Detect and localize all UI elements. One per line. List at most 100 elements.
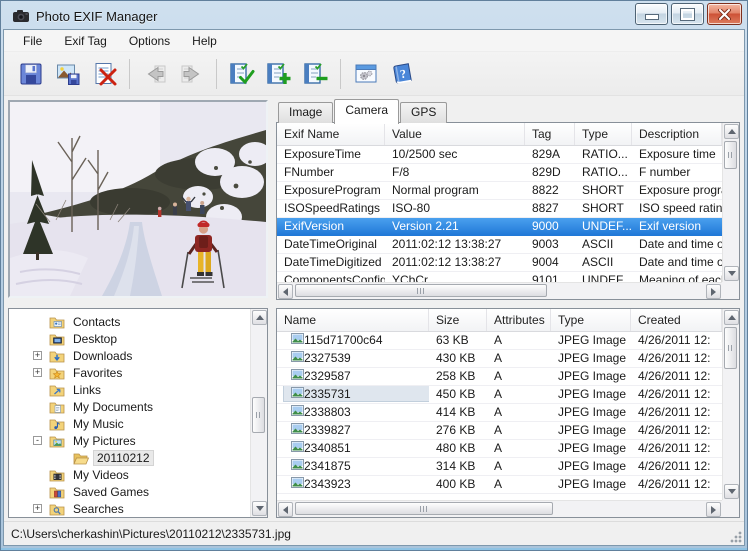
menu-file[interactable]: File bbox=[12, 31, 53, 51]
expand-toggle[interactable]: + bbox=[33, 368, 42, 377]
menu-help[interactable]: Help bbox=[181, 31, 228, 51]
help-button[interactable]: ? bbox=[384, 56, 421, 92]
scroll-thumb[interactable] bbox=[252, 397, 265, 433]
tab-gps[interactable]: GPS bbox=[400, 102, 447, 123]
menu-options[interactable]: Options bbox=[118, 31, 181, 51]
add-tag-button[interactable] bbox=[260, 56, 297, 92]
column-header-exif-name[interactable]: Exif Name bbox=[277, 123, 385, 145]
tree-item-label: Downloads bbox=[70, 349, 135, 363]
file-attributes: A bbox=[487, 386, 551, 403]
tree-item-searches[interactable]: + Searches bbox=[9, 500, 250, 517]
column-header-created[interactable]: Created bbox=[631, 309, 722, 331]
scroll-thumb[interactable] bbox=[295, 502, 553, 515]
exif-row[interactable]: ExposureProgramNormal program8822SHORTEx… bbox=[277, 182, 722, 200]
collapse-toggle[interactable]: - bbox=[33, 436, 42, 445]
previous-image-button[interactable] bbox=[136, 56, 173, 92]
scroll-down-button[interactable] bbox=[252, 501, 267, 516]
file-row[interactable]: 2340851480 KBAJPEG Image4/26/2011 12: bbox=[277, 440, 722, 458]
exif-name: ExposureTime bbox=[277, 146, 385, 163]
file-row[interactable]: 2339827276 KBAJPEG Image4/26/2011 12: bbox=[277, 422, 722, 440]
exif-row[interactable]: ComponentsConfig...YCbCr9101UNDEF...Mean… bbox=[277, 272, 722, 282]
column-header-tag[interactable]: Tag bbox=[525, 123, 575, 145]
scroll-down-button[interactable] bbox=[724, 266, 739, 281]
tree-item-favorites[interactable]: + Favorites bbox=[9, 364, 250, 381]
tree-item-desktop[interactable]: Desktop bbox=[9, 330, 250, 347]
tree-item-my-music[interactable]: My Music bbox=[9, 415, 250, 432]
tree-vertical-scrollbar[interactable] bbox=[250, 309, 267, 517]
menu-exif-tag[interactable]: Exif Tag bbox=[53, 31, 117, 51]
file-row[interactable]: 2329587258 KBAJPEG Image4/26/2011 12: bbox=[277, 368, 722, 386]
minimize-button[interactable] bbox=[635, 3, 668, 25]
column-header-size[interactable]: Size bbox=[429, 309, 487, 331]
next-image-button[interactable] bbox=[173, 56, 210, 92]
exif-vertical-scrollbar[interactable] bbox=[722, 123, 739, 282]
expand-toggle[interactable]: + bbox=[33, 504, 42, 513]
scroll-left-button[interactable] bbox=[278, 284, 293, 299]
column-header-description[interactable]: Description bbox=[632, 123, 722, 145]
column-header-value[interactable]: Value bbox=[385, 123, 525, 145]
file-row[interactable]: 2343923400 KBAJPEG Image4/26/2011 12: bbox=[277, 476, 722, 494]
tree-item-links[interactable]: Links bbox=[9, 381, 250, 398]
scroll-thumb[interactable] bbox=[724, 327, 737, 369]
save-image-button[interactable] bbox=[49, 56, 86, 92]
file-row[interactable]: 2341875314 KBAJPEG Image4/26/2011 12: bbox=[277, 458, 722, 476]
column-header-attributes[interactable]: Attributes bbox=[487, 309, 551, 331]
delete-exif-button[interactable] bbox=[86, 56, 123, 92]
validate-tags-button[interactable] bbox=[223, 56, 260, 92]
tab-camera[interactable]: Camera bbox=[334, 99, 399, 124]
file-row-selected[interactable]: 2335731450 KBAJPEG Image4/26/2011 12: bbox=[277, 386, 722, 404]
tree-item-20110212-selected[interactable]: 20110212 bbox=[9, 449, 250, 466]
tree-item-label: Favorites bbox=[70, 366, 125, 380]
files-vertical-scrollbar[interactable] bbox=[722, 309, 739, 500]
tree-item-contacts[interactable]: Contacts bbox=[9, 313, 250, 330]
options-button[interactable] bbox=[347, 56, 384, 92]
tree-item-my-pictures[interactable]: - My Pictures bbox=[9, 432, 250, 449]
tree-item-downloads[interactable]: + Downloads bbox=[9, 347, 250, 364]
file-list-header: Name Size Attributes Type Created bbox=[277, 309, 722, 332]
column-header-name[interactable]: Name bbox=[277, 309, 429, 331]
exif-type: SHORT bbox=[575, 200, 632, 217]
title-bar[interactable]: Photo EXIF Manager bbox=[4, 2, 744, 30]
scroll-up-button[interactable] bbox=[724, 124, 739, 139]
files-horizontal-scrollbar[interactable] bbox=[277, 500, 722, 517]
file-type: JPEG Image bbox=[551, 404, 631, 421]
scroll-right-button[interactable] bbox=[706, 502, 721, 517]
scroll-down-button[interactable] bbox=[724, 484, 739, 499]
scroll-up-button[interactable] bbox=[724, 310, 739, 325]
maximize-button[interactable] bbox=[671, 3, 704, 25]
exif-horizontal-scrollbar[interactable] bbox=[277, 282, 722, 299]
remove-tag-button[interactable] bbox=[297, 56, 334, 92]
tree-item-my-videos[interactable]: My Videos bbox=[9, 466, 250, 483]
scroll-up-button[interactable] bbox=[252, 310, 267, 325]
exif-type: UNDEF... bbox=[575, 218, 632, 235]
exif-row[interactable]: ISOSpeedRatingsISO-808827SHORTISO speed … bbox=[277, 200, 722, 218]
exif-tag: 9003 bbox=[525, 236, 575, 253]
tree-item-label: My Music bbox=[70, 417, 127, 431]
exif-name: DateTimeDigitized bbox=[277, 254, 385, 271]
scroll-thumb[interactable] bbox=[295, 284, 547, 297]
resize-grip[interactable] bbox=[730, 531, 742, 543]
scroll-left-button[interactable] bbox=[278, 502, 293, 517]
column-header-type[interactable]: Type bbox=[575, 123, 632, 145]
file-row[interactable]: 2327539430 KBAJPEG Image4/26/2011 12: bbox=[277, 350, 722, 368]
exif-row[interactable]: ExposureTime10/2500 sec829ARATIO...Expos… bbox=[277, 146, 722, 164]
exif-name: ExposureProgram bbox=[277, 182, 385, 199]
column-header-type[interactable]: Type bbox=[551, 309, 631, 331]
file-row[interactable]: 2338803414 KBAJPEG Image4/26/2011 12: bbox=[277, 404, 722, 422]
scroll-thumb[interactable] bbox=[724, 141, 737, 169]
save-button[interactable] bbox=[12, 56, 49, 92]
tree-item-saved-games[interactable]: Saved Games bbox=[9, 483, 250, 500]
tab-image[interactable]: Image bbox=[278, 102, 333, 123]
exif-row-selected[interactable]: ExifVersionVersion 2.219000UNDEF...Exif … bbox=[277, 218, 722, 236]
close-button[interactable] bbox=[707, 3, 742, 25]
exif-row[interactable]: DateTimeOriginal2011:02:12 13:38:279003A… bbox=[277, 236, 722, 254]
delete-exif-icon bbox=[92, 61, 118, 87]
file-created: 4/26/2011 12: bbox=[631, 422, 722, 439]
scroll-right-button[interactable] bbox=[706, 284, 721, 299]
file-row[interactable]: 115d71700c6463 KBAJPEG Image4/26/2011 12… bbox=[277, 332, 722, 350]
exif-row[interactable]: FNumberF/8829DRATIO...F number bbox=[277, 164, 722, 182]
tree-item-my-documents[interactable]: My Documents bbox=[9, 398, 250, 415]
exif-row[interactable]: DateTimeDigitized2011:02:12 13:38:279004… bbox=[277, 254, 722, 272]
file-attributes: A bbox=[487, 458, 551, 475]
expand-toggle[interactable]: + bbox=[33, 351, 42, 360]
